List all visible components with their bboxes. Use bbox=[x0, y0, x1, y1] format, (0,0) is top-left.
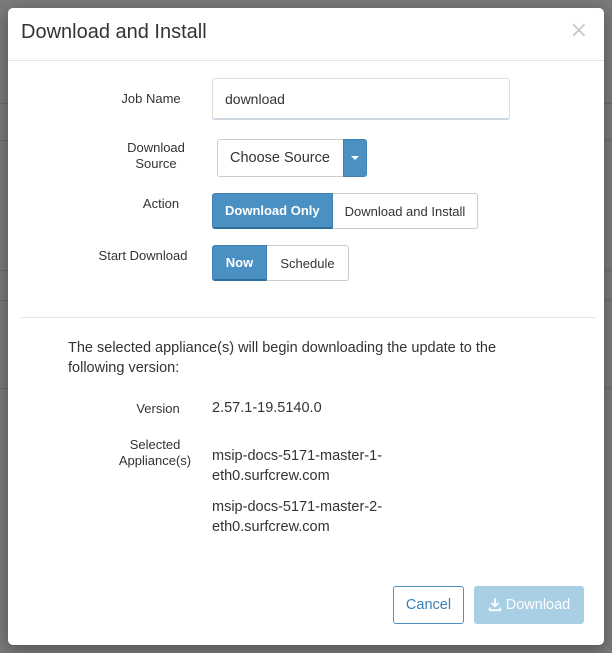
selected-appliances-label-line2: Appliance(s) bbox=[118, 453, 192, 468]
now-button[interactable]: Now bbox=[212, 245, 267, 281]
selected-appliances-label: Selected Appliance(s) bbox=[100, 437, 210, 469]
action-button-group: Download Only Download and Install bbox=[212, 193, 479, 229]
download-and-install-button[interactable]: Download and Install bbox=[332, 193, 479, 229]
version-value: 2.57.1-19.5140.0 bbox=[212, 400, 322, 416]
download-source-select[interactable]: Choose Source bbox=[217, 139, 367, 177]
appliance-item: msip-docs-5171-master-2- eth0.surfcrew.c… bbox=[212, 497, 382, 537]
close-icon[interactable]: × bbox=[570, 20, 588, 42]
appliance-name-line1: msip-docs-5171-master-1- bbox=[212, 448, 383, 464]
download-button[interactable]: Download bbox=[474, 586, 584, 624]
appliance-name-line2: eth0.surfcrew.com bbox=[212, 468, 330, 484]
start-download-button-group: Now Schedule bbox=[212, 245, 349, 281]
selected-appliances-label-line1: Selected bbox=[129, 437, 181, 452]
download-source-value[interactable]: Choose Source bbox=[217, 139, 343, 177]
action-label: Action bbox=[142, 196, 180, 211]
download-install-dialog: Download and Install × Job Name Download… bbox=[8, 8, 604, 645]
schedule-button[interactable]: Schedule bbox=[267, 245, 349, 281]
cancel-button[interactable]: Cancel bbox=[393, 586, 464, 624]
section-divider bbox=[21, 317, 596, 318]
download-source-label-line1: Download bbox=[127, 140, 185, 155]
dialog-header: Download and Install × bbox=[8, 8, 604, 61]
start-download-label: Start Download bbox=[98, 248, 188, 263]
job-name-label: Job Name bbox=[121, 91, 181, 106]
appliance-name-line2: eth0.surfcrew.com bbox=[212, 519, 330, 535]
download-button-label: Download bbox=[505, 597, 571, 613]
download-source-label-line2: Source bbox=[135, 156, 177, 171]
dialog-title: Download and Install bbox=[21, 21, 207, 43]
appliance-name-line1: msip-docs-5171-master-2- bbox=[212, 499, 383, 515]
download-only-button[interactable]: Download Only bbox=[212, 193, 333, 229]
job-name-input[interactable] bbox=[212, 78, 510, 120]
appliance-item: msip-docs-5171-master-1- eth0.surfcrew.c… bbox=[212, 446, 382, 486]
download-source-label: Download Source bbox=[108, 140, 204, 172]
info-message: The selected appliance(s) will begin dow… bbox=[68, 340, 497, 376]
download-icon bbox=[488, 598, 501, 612]
chevron-down-icon[interactable] bbox=[343, 139, 367, 177]
version-label: Version bbox=[136, 401, 180, 416]
